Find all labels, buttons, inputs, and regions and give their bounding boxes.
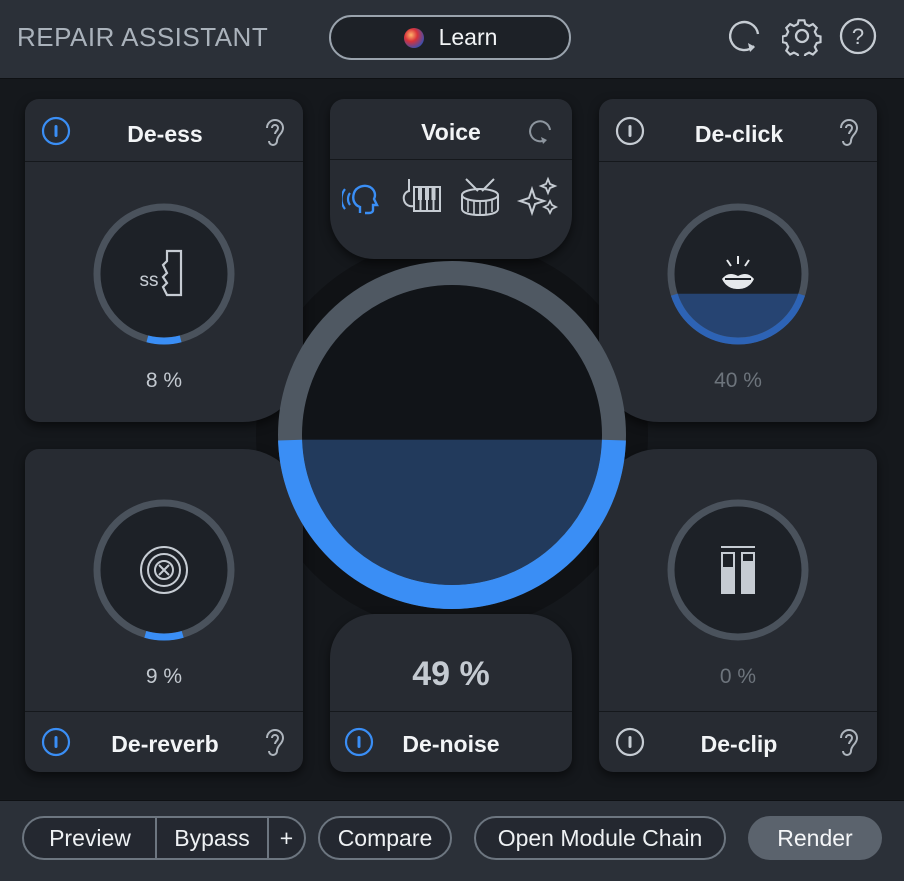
voice-reset-icon[interactable] (525, 116, 555, 146)
de-ess-listen-icon[interactable] (262, 116, 288, 148)
learn-label: Learn (438, 24, 498, 50)
plus-button[interactable]: + (269, 818, 304, 858)
workspace: De-ess ss 8 % Voice De-click 40 % 9 % De… (0, 79, 904, 799)
voice-title: Voice (421, 119, 481, 145)
open-module-chain-button[interactable]: Open Module Chain (474, 816, 726, 860)
preview-bypass-group: Preview Bypass + (22, 816, 306, 860)
de-clip-power-icon[interactable] (615, 727, 645, 757)
app-title: REPAIR ASSISTANT (17, 22, 269, 52)
help-icon[interactable]: ? (838, 16, 878, 56)
de-noise-title: De-noise (402, 731, 500, 757)
gear-icon[interactable] (782, 16, 822, 56)
de-click-listen-icon[interactable] (836, 116, 862, 148)
de-click-title: De-click (694, 121, 784, 147)
de-ess-power-icon[interactable] (41, 116, 71, 146)
learn-button[interactable]: Learn (329, 15, 571, 60)
de-click-dial[interactable] (665, 201, 811, 347)
compare-button[interactable]: Compare (318, 816, 452, 860)
de-ess-title: De-ess (127, 121, 203, 147)
de-noise-value: 49 % (412, 655, 490, 693)
de-reverb-power-icon[interactable] (41, 727, 71, 757)
drum-icon[interactable] (458, 175, 502, 219)
footer-bar: Preview Bypass + Compare Open Module Cha… (0, 800, 904, 881)
de-click-power-icon[interactable] (615, 116, 645, 146)
de-click-value: 40 % (714, 369, 762, 392)
de-reverb-value: 9 % (145, 665, 183, 688)
history-icon[interactable] (726, 16, 766, 56)
de-clip-value: 0 % (719, 665, 757, 688)
de-ess-panel: De-ess ss 8 % (25, 99, 303, 422)
de-reverb-dial[interactable] (91, 497, 237, 643)
de-click-panel: De-click 40 % (599, 99, 877, 422)
de-ess-dial[interactable]: ss (91, 201, 237, 347)
de-reverb-panel: 9 % De-reverb (25, 449, 303, 772)
preview-button[interactable]: Preview (24, 818, 156, 858)
sparkle-icon[interactable] (516, 175, 560, 219)
de-clip-title: De-clip (700, 731, 778, 757)
instruments-icon[interactable] (400, 175, 444, 219)
render-button[interactable]: Render (748, 816, 882, 860)
de-reverb-title: De-reverb (111, 731, 219, 757)
de-clip-dial[interactable] (665, 497, 811, 643)
de-noise-main-dial[interactable] (277, 260, 627, 610)
bypass-button[interactable]: Bypass (157, 818, 267, 858)
de-clip-listen-icon[interactable] (836, 726, 862, 758)
de-ess-value: 8 % (145, 369, 183, 392)
learn-orb-icon (403, 27, 424, 48)
header-bar: REPAIR ASSISTANT Learn ? (0, 0, 904, 79)
de-reverb-listen-icon[interactable] (262, 726, 288, 758)
voice-icon[interactable] (342, 175, 386, 219)
svg-text:?: ? (852, 24, 864, 49)
de-clip-panel: 0 % De-clip (599, 449, 877, 772)
svg-text:ss: ss (140, 270, 159, 291)
